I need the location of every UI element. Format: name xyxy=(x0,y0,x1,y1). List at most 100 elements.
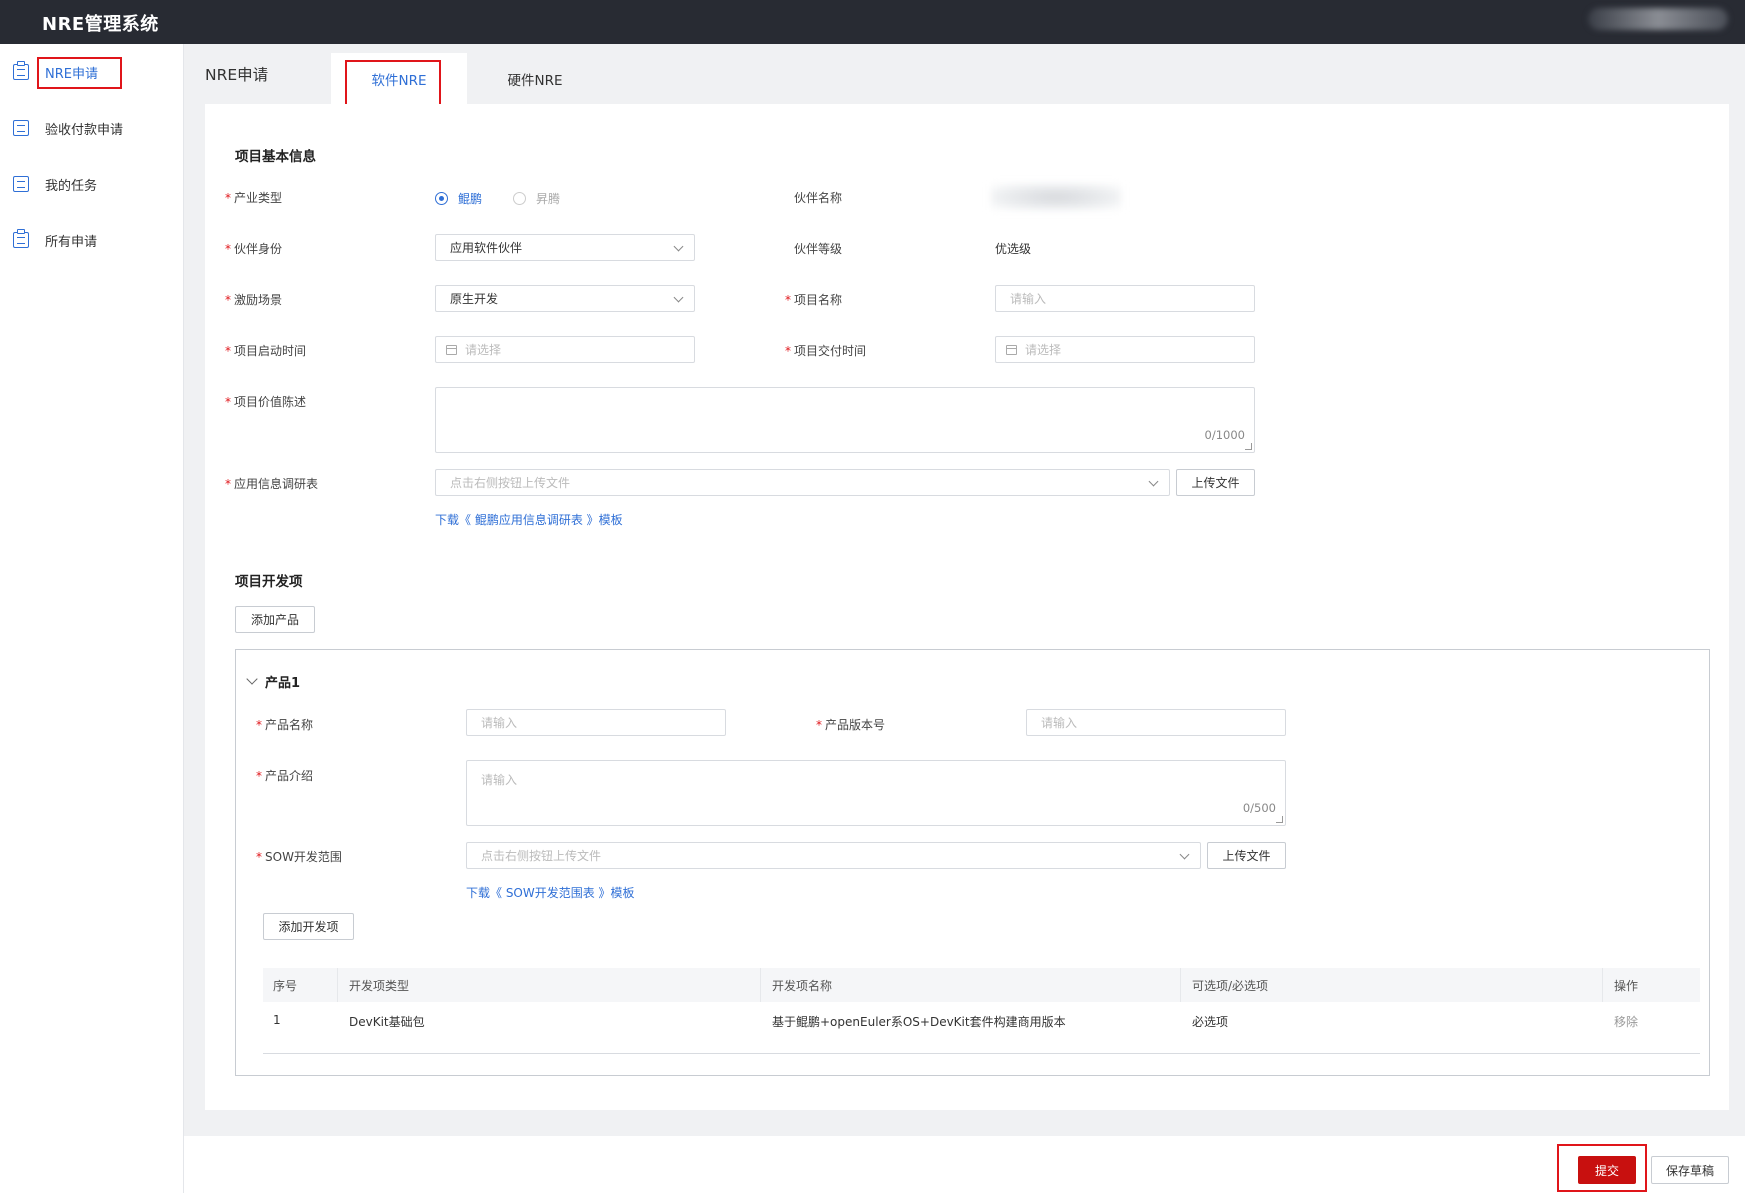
value-desc-label: * 项目价值陈述 xyxy=(225,395,307,409)
tab-hardware-nre[interactable]: 硬件NRE xyxy=(467,53,603,104)
button-label: 上传文件 xyxy=(1191,476,1240,490)
sow-file-select[interactable]: 点击右侧按钮上传文件 xyxy=(466,842,1201,869)
radio-label: 昇腾 xyxy=(536,192,561,206)
placeholder: 点击右侧按钮上传文件 xyxy=(481,849,602,863)
user-info[interactable] xyxy=(1588,8,1728,30)
sow-template-download-link[interactable]: 下载《 SOW开发范围表 》模板 xyxy=(466,884,635,901)
product-name-input[interactable]: 请输入 xyxy=(466,709,726,736)
radio-selected-icon xyxy=(435,192,448,205)
radio-label: 鲲鹏 xyxy=(458,192,483,206)
placeholder: 请输入 xyxy=(1041,716,1078,730)
column-header-required: 可选项/必选项 xyxy=(1192,978,1269,993)
placeholder: 请选择 xyxy=(1025,343,1062,357)
product-version-label: * 产品版本号 xyxy=(816,718,886,732)
cell-required: 必选项 xyxy=(1192,1015,1229,1029)
project-name-label: * 项目名称 xyxy=(785,293,843,307)
sidebar-item-all-applications[interactable]: 所有申请 xyxy=(0,220,184,260)
highlight-box xyxy=(37,57,122,89)
partner-identity-label: * 伙伴身份 xyxy=(225,242,283,256)
chevron-down-icon xyxy=(1148,476,1159,487)
section-title-basic: 项目基本信息 xyxy=(235,149,316,165)
column-divider xyxy=(760,968,761,1002)
button-label: 上传文件 xyxy=(1222,849,1271,863)
project-name-input[interactable]: 请输入 xyxy=(995,285,1255,312)
highlight-box xyxy=(345,60,441,106)
sidebar xyxy=(0,44,184,1193)
button-label: 保存草稿 xyxy=(1665,1163,1714,1178)
industry-type-label: * 产业类型 xyxy=(225,191,283,205)
column-divider xyxy=(337,968,338,1002)
product-name-label: * 产品名称 xyxy=(256,718,314,732)
partner-name-label: 伙伴名称 xyxy=(794,191,843,205)
column-divider xyxy=(1180,968,1181,1002)
sidebar-item-acceptance-payment[interactable]: 验收付款申请 xyxy=(0,108,184,148)
column-header-name: 开发项名称 xyxy=(772,978,833,993)
placeholder: 请输入 xyxy=(481,773,518,787)
save-draft-button[interactable]: 保存草稿 xyxy=(1651,1156,1729,1184)
highlight-box xyxy=(1557,1144,1647,1192)
partner-identity-select[interactable]: 应用软件伙伴 xyxy=(435,234,695,261)
cell-name: 基于鲲鹏+openEuler系OS+DevKit套件构建商用版本 xyxy=(772,1015,1066,1029)
page-title: NRE申请 xyxy=(205,66,269,84)
partner-name-value xyxy=(991,184,1121,210)
column-divider xyxy=(1602,968,1603,1002)
placeholder: 点击右侧按钮上传文件 xyxy=(450,476,571,490)
survey-label: * 应用信息调研表 xyxy=(225,477,319,491)
value-desc-textarea[interactable]: 0/1000 xyxy=(435,387,1255,453)
survey-template-download-link[interactable]: 下载《 鲲鹏应用信息调研表 》模板 xyxy=(435,511,623,528)
add-product-button[interactable]: 添加产品 xyxy=(235,606,315,633)
industry-radio-ascend[interactable]: 昇腾 xyxy=(513,190,560,207)
button-label: 添加开发项 xyxy=(278,920,339,934)
industry-radio-kunpeng[interactable]: 鲲鹏 xyxy=(435,190,482,207)
top-bar xyxy=(0,0,1745,44)
button-label: 添加产品 xyxy=(250,613,299,627)
char-counter: 0/1000 xyxy=(1204,428,1245,442)
delivery-time-label: * 项目交付时间 xyxy=(785,344,867,358)
incentive-select[interactable]: 原生开发 xyxy=(435,285,695,312)
column-header-index: 序号 xyxy=(273,978,298,993)
start-time-picker[interactable]: 请选择 xyxy=(435,336,695,363)
product-title: 产品1 xyxy=(265,676,301,691)
select-value: 应用软件伙伴 xyxy=(450,241,523,255)
placeholder: 请输入 xyxy=(481,716,518,730)
sidebar-item-label: 所有申请 xyxy=(45,234,98,250)
list-icon xyxy=(13,176,29,192)
chevron-down-icon xyxy=(673,292,684,303)
tab-label: 硬件NRE xyxy=(507,72,563,89)
footer-bar xyxy=(184,1136,1745,1193)
app-title: NRE管理系统 xyxy=(42,14,159,35)
sidebar-item-label: 我的任务 xyxy=(45,178,98,194)
survey-upload-button[interactable]: 上传文件 xyxy=(1176,469,1255,496)
start-time-label: * 项目启动时间 xyxy=(225,344,307,358)
resize-handle-icon[interactable] xyxy=(1276,816,1283,823)
sidebar-item-label: 验收付款申请 xyxy=(45,122,124,138)
clipboard-icon xyxy=(13,61,29,80)
column-header-action: 操作 xyxy=(1614,978,1639,993)
resize-handle-icon[interactable] xyxy=(1245,443,1252,450)
radio-icon xyxy=(513,192,526,205)
sidebar-item-my-tasks[interactable]: 我的任务 xyxy=(0,164,184,204)
section-title-dev: 项目开发项 xyxy=(235,574,303,590)
column-header-type: 开发项类型 xyxy=(349,978,410,993)
delivery-time-picker[interactable]: 请选择 xyxy=(995,336,1255,363)
calendar-icon xyxy=(446,344,457,355)
chevron-down-icon xyxy=(1179,849,1190,860)
table-header xyxy=(263,968,1700,1002)
product-intro-textarea[interactable]: 请输入 0/500 xyxy=(466,760,1286,826)
partner-level-label: 伙伴等级 xyxy=(794,242,843,256)
placeholder: 请选择 xyxy=(465,343,502,357)
incentive-label: * 激励场景 xyxy=(225,293,283,307)
cell-index: 1 xyxy=(273,1013,281,1027)
select-value: 原生开发 xyxy=(450,292,499,306)
char-counter: 0/500 xyxy=(1242,801,1276,815)
chevron-down-icon xyxy=(673,241,684,252)
product-version-input[interactable]: 请输入 xyxy=(1026,709,1286,736)
partner-level-value: 优选级 xyxy=(995,242,1032,256)
sow-upload-button[interactable]: 上传文件 xyxy=(1207,842,1286,869)
clipboard-icon xyxy=(13,229,29,248)
add-dev-item-button[interactable]: 添加开发项 xyxy=(263,913,354,940)
sow-label: * SOW开发范围 xyxy=(256,850,342,864)
calendar-icon xyxy=(1006,344,1017,355)
survey-file-select[interactable]: 点击右侧按钮上传文件 xyxy=(435,469,1170,496)
remove-row-button[interactable]: 移除 xyxy=(1614,1013,1638,1030)
